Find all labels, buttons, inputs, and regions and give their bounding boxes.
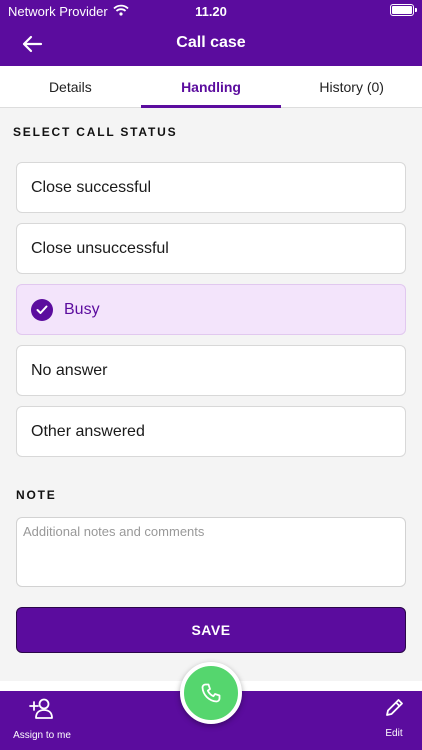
tab-details[interactable]: Details <box>0 66 141 107</box>
option-no-answer[interactable]: No answer <box>16 345 406 396</box>
option-other-answered[interactable]: Other answered <box>16 406 406 457</box>
option-close-successful[interactable]: Close successful <box>16 162 406 213</box>
tab-handling[interactable]: Handling <box>140 66 282 108</box>
status-bar: Network Provider 11.20 <box>0 0 422 22</box>
edit-label: Edit <box>385 728 403 739</box>
save-button[interactable]: SAVE <box>16 607 406 653</box>
option-close-unsuccessful[interactable]: Close unsuccessful <box>16 223 406 274</box>
note-field[interactable] <box>16 517 406 587</box>
option-label: Busy <box>64 300 100 318</box>
option-label: Other answered <box>31 422 145 440</box>
battery-icon <box>390 4 417 16</box>
option-label: No answer <box>31 361 108 379</box>
call-status-options: Close successful Close unsuccessful Busy… <box>16 162 406 467</box>
assign-to-me-label: Assign to me <box>13 730 71 741</box>
pencil-icon <box>386 699 403 716</box>
clock: 11.20 <box>195 4 227 19</box>
tab-bar: Details Handling History (0) <box>0 66 422 108</box>
option-busy[interactable]: Busy <box>16 284 406 335</box>
option-label: Close unsuccessful <box>31 239 169 257</box>
option-label: Close successful <box>31 178 152 196</box>
check-circle-icon <box>31 298 53 321</box>
phone-icon <box>201 683 221 703</box>
note-heading: NOTE <box>16 488 57 502</box>
add-user-icon <box>29 698 53 719</box>
app-bar: Call case <box>0 22 422 66</box>
page-title: Call case <box>176 34 246 51</box>
tab-history[interactable]: History (0) <box>281 66 422 107</box>
edit-button[interactable]: Edit <box>374 697 414 739</box>
call-button[interactable] <box>180 662 242 724</box>
assign-to-me-button[interactable]: Assign to me <box>8 697 76 741</box>
call-status-heading: SELECT CALL STATUS <box>13 125 178 139</box>
